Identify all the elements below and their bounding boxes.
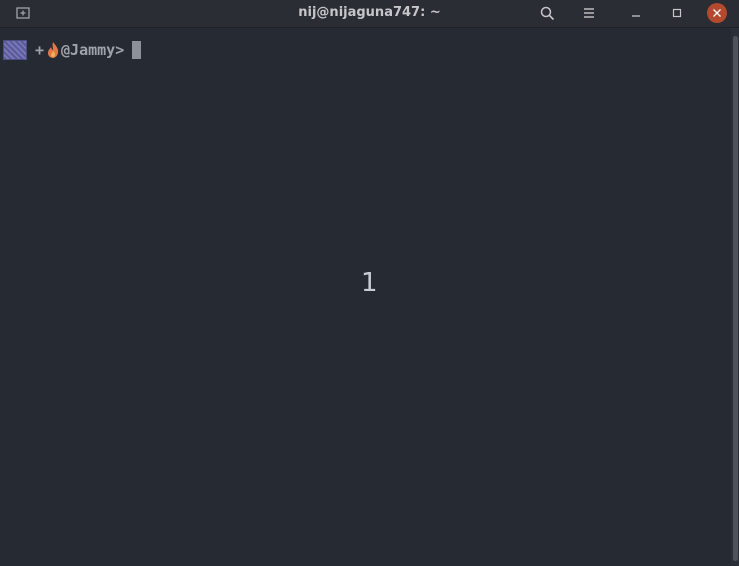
minimize-icon[interactable]: [627, 4, 645, 22]
titlebar: nij@nijaguna747: ~: [0, 0, 739, 28]
prompt-user: @Jammy>: [61, 41, 125, 59]
counter-text: 1: [361, 268, 378, 298]
search-icon[interactable]: [538, 4, 556, 22]
text-cursor: [132, 41, 142, 59]
hamburger-menu-icon[interactable]: [580, 4, 598, 22]
shell-prompt: + @Jammy>: [3, 40, 142, 60]
scrollbar-thumb[interactable]: [733, 36, 738, 561]
close-icon[interactable]: [707, 3, 727, 23]
maximize-icon[interactable]: [668, 4, 686, 22]
terminal-window: nij@nijaguna747: ~ + @Jammy> 1: [0, 0, 739, 566]
flame-icon: [46, 41, 60, 59]
prompt-badge: [3, 40, 27, 60]
prompt-plus: +: [35, 41, 45, 59]
